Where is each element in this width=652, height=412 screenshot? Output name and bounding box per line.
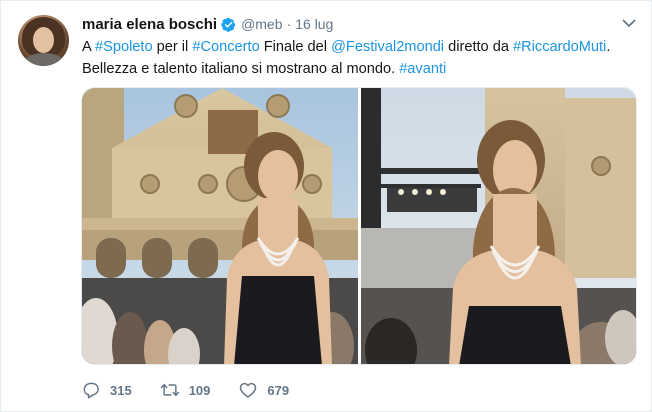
tweet-actions: 315 109 679	[81, 379, 317, 401]
photo-right-image	[361, 88, 636, 364]
avatar-face	[33, 27, 54, 53]
tweet-link[interactable]: @Festival2mondi	[331, 39, 444, 55]
retweet-button[interactable]: 109	[160, 380, 211, 400]
heart-icon	[240, 382, 257, 398]
author-handle[interactable]: @meb	[241, 16, 282, 32]
photo-left[interactable]	[82, 88, 358, 364]
tweet-text-segment: diretto da	[444, 39, 514, 55]
tweet-text: A #Spoleto per il #Concerto Finale del @…	[82, 36, 627, 80]
retweet-icon	[160, 383, 179, 397]
tweet-media[interactable]	[81, 87, 637, 365]
author-name[interactable]: maria elena boschi	[82, 16, 217, 33]
verified-badge-icon	[221, 17, 236, 32]
tweet-card[interactable]: maria elena boschi @meb · 16 lug A #Spol…	[0, 0, 652, 412]
reply-button[interactable]: 315	[81, 380, 132, 400]
tweet-link[interactable]: #avanti	[399, 61, 446, 77]
like-count: 679	[267, 382, 290, 398]
like-button[interactable]: 679	[238, 380, 289, 400]
tweet-text-segment: Finale del	[259, 39, 332, 55]
photo-left-image	[82, 88, 358, 364]
separator-dot: ·	[286, 16, 292, 32]
avatar-shoulder	[24, 53, 64, 66]
tweet-link[interactable]: #Concerto	[192, 39, 259, 55]
retweet-count: 109	[188, 382, 211, 398]
tweet-link[interactable]: #RiccardoMuti	[513, 39, 606, 55]
tweet-text-segment: per il	[152, 39, 193, 55]
tweet-date[interactable]: 16 lug	[295, 16, 333, 32]
tweet-header: maria elena boschi @meb · 16 lug	[82, 15, 333, 33]
tweet-link[interactable]: #Spoleto	[95, 39, 153, 55]
avatar[interactable]	[18, 15, 69, 66]
chevron-down-icon[interactable]	[621, 15, 637, 31]
reply-icon	[83, 382, 99, 399]
reply-count: 315	[110, 382, 132, 398]
tweet-text-segment: A	[82, 39, 95, 55]
photo-right[interactable]	[361, 88, 636, 364]
